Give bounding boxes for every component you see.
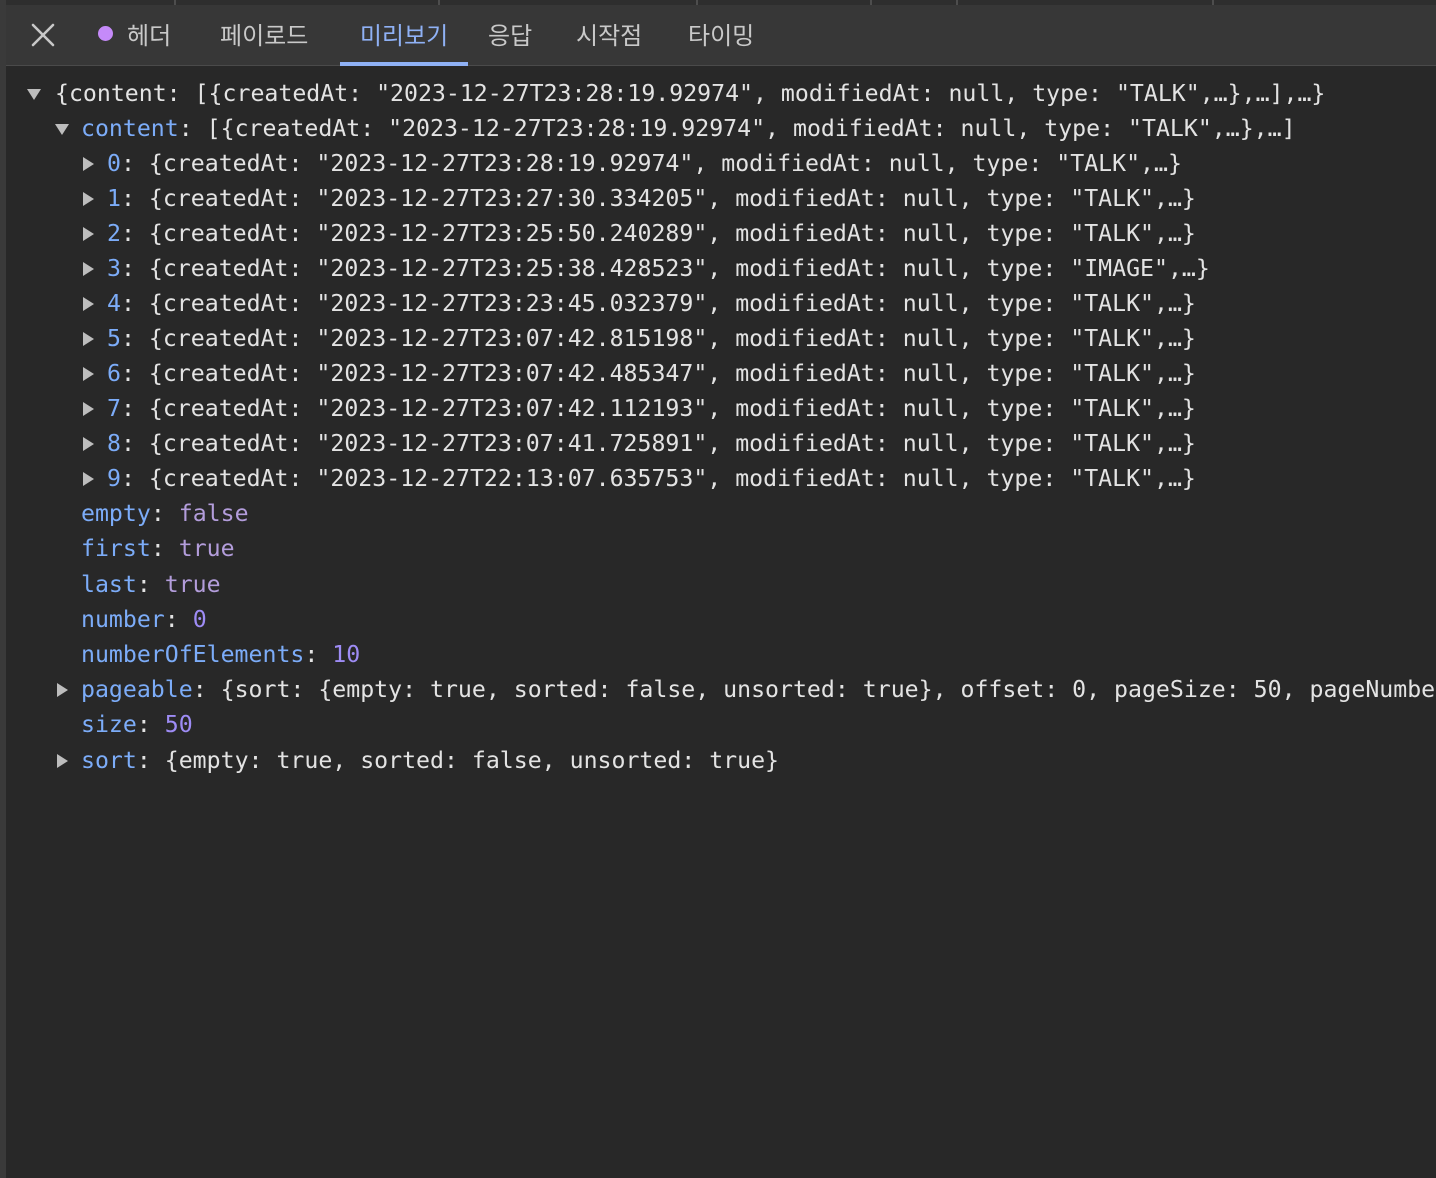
expand-arrow-icon[interactable] — [83, 227, 94, 241]
field-key: first — [81, 535, 151, 562]
tab-timing-label: 타이밍 — [688, 21, 755, 50]
field-key: size — [81, 711, 137, 738]
tab-timing[interactable]: 타이밍 — [688, 0, 754, 66]
tab-headers-label: 헤더 — [127, 21, 172, 50]
expand-arrow-icon[interactable] — [83, 157, 94, 171]
close-panel-button[interactable] — [28, 18, 58, 52]
field-value: false — [178, 500, 249, 527]
tab-preview[interactable]: 미리보기 — [340, 0, 468, 66]
item-value: {createdAt: "2023-12-27T23:28:19.92974",… — [148, 150, 1182, 177]
field-key: pageable — [81, 676, 193, 703]
expand-arrow-icon[interactable] — [83, 262, 94, 276]
expand-arrow-icon[interactable] — [83, 332, 94, 346]
close-icon — [31, 23, 55, 47]
expand-arrow-icon[interactable] — [57, 683, 68, 697]
item-value: {createdAt: "2023-12-27T23:07:42.485347"… — [148, 360, 1196, 387]
status-dot-icon — [98, 25, 113, 41]
expand-arrow-icon[interactable] — [83, 297, 94, 311]
expand-arrow-icon[interactable] — [83, 402, 94, 416]
field-value: 0 — [192, 606, 207, 633]
expand-arrow-icon[interactable] — [57, 754, 68, 768]
item-value: {createdAt: "2023-12-27T23:07:42.815198"… — [148, 325, 1196, 352]
field-value: true — [164, 571, 221, 598]
tab-preview-label: 미리보기 — [359, 21, 449, 50]
item-index: 2 — [107, 220, 121, 247]
item-index: 8 — [107, 430, 121, 457]
collapse-arrow-icon[interactable] — [27, 89, 41, 100]
tab-response[interactable]: 응답 — [488, 0, 532, 66]
item-value: {createdAt: "2023-12-27T23:25:38.428523"… — [148, 255, 1210, 282]
tab-response-label: 응답 — [488, 21, 533, 50]
top-panel-seams — [6, 0, 1436, 5]
tab-payload[interactable]: 페이로드 — [220, 0, 308, 66]
item-index: 3 — [107, 255, 121, 282]
collapse-arrow-icon[interactable] — [55, 124, 69, 135]
item-index: 4 — [107, 290, 121, 317]
item-index: 7 — [107, 395, 121, 422]
item-value: {createdAt: "2023-12-27T23:27:30.334205"… — [148, 185, 1196, 212]
field-value: 50 — [164, 711, 193, 738]
devtools-tab-bar: 헤더 페이로드 미리보기 응답 시작점 타이밍 — [6, 0, 1436, 66]
item-value: {createdAt: "2023-12-27T23:07:42.112193"… — [148, 395, 1196, 422]
field-key: numberOfElements — [81, 641, 305, 668]
sort-summary: {empty: true, sorted: false, unsorted: t… — [164, 747, 780, 774]
field-key: sort — [81, 747, 137, 774]
item-index: 1 — [107, 185, 121, 212]
item-index: 9 — [107, 465, 121, 492]
expand-arrow-icon[interactable] — [83, 192, 94, 206]
tab-initiator-label: 시작점 — [576, 21, 643, 50]
expand-arrow-icon[interactable] — [83, 367, 94, 381]
expand-arrow-icon[interactable] — [83, 437, 94, 451]
content-summary: [{createdAt: "2023-12-27T23:28:19.92974"… — [206, 115, 1296, 142]
tab-payload-label: 페이로드 — [220, 21, 309, 50]
preview-tree: {content: [{createdAt: "2023-12-27T23:28… — [6, 66, 1436, 1178]
field-value: 10 — [332, 641, 361, 668]
colon: : — [178, 115, 207, 142]
item-value: {createdAt: "2023-12-27T23:25:50.240289"… — [148, 220, 1196, 247]
item-index: 0 — [107, 150, 121, 177]
item-index: 6 — [107, 360, 121, 387]
pageable-summary: {sort: {empty: true, sorted: false, unso… — [220, 676, 1436, 703]
item-index: 5 — [107, 325, 121, 352]
field-key: number — [81, 606, 165, 633]
item-value: {createdAt: "2023-12-27T23:23:45.032379"… — [148, 290, 1196, 317]
field-key: empty — [81, 500, 151, 527]
root-summary: {content: [{createdAt: "2023-12-27T23:28… — [55, 80, 1326, 107]
tab-initiator[interactable]: 시작점 — [576, 0, 642, 66]
field-value: true — [178, 535, 235, 562]
content-key: content — [81, 115, 179, 142]
field-key: last — [81, 571, 137, 598]
item-value: {createdAt: "2023-12-27T22:13:07.635753"… — [148, 465, 1196, 492]
tab-headers[interactable]: 헤더 — [98, 0, 171, 66]
expand-arrow-icon[interactable] — [83, 472, 94, 486]
item-value: {createdAt: "2023-12-27T23:07:41.725891"… — [148, 430, 1196, 457]
